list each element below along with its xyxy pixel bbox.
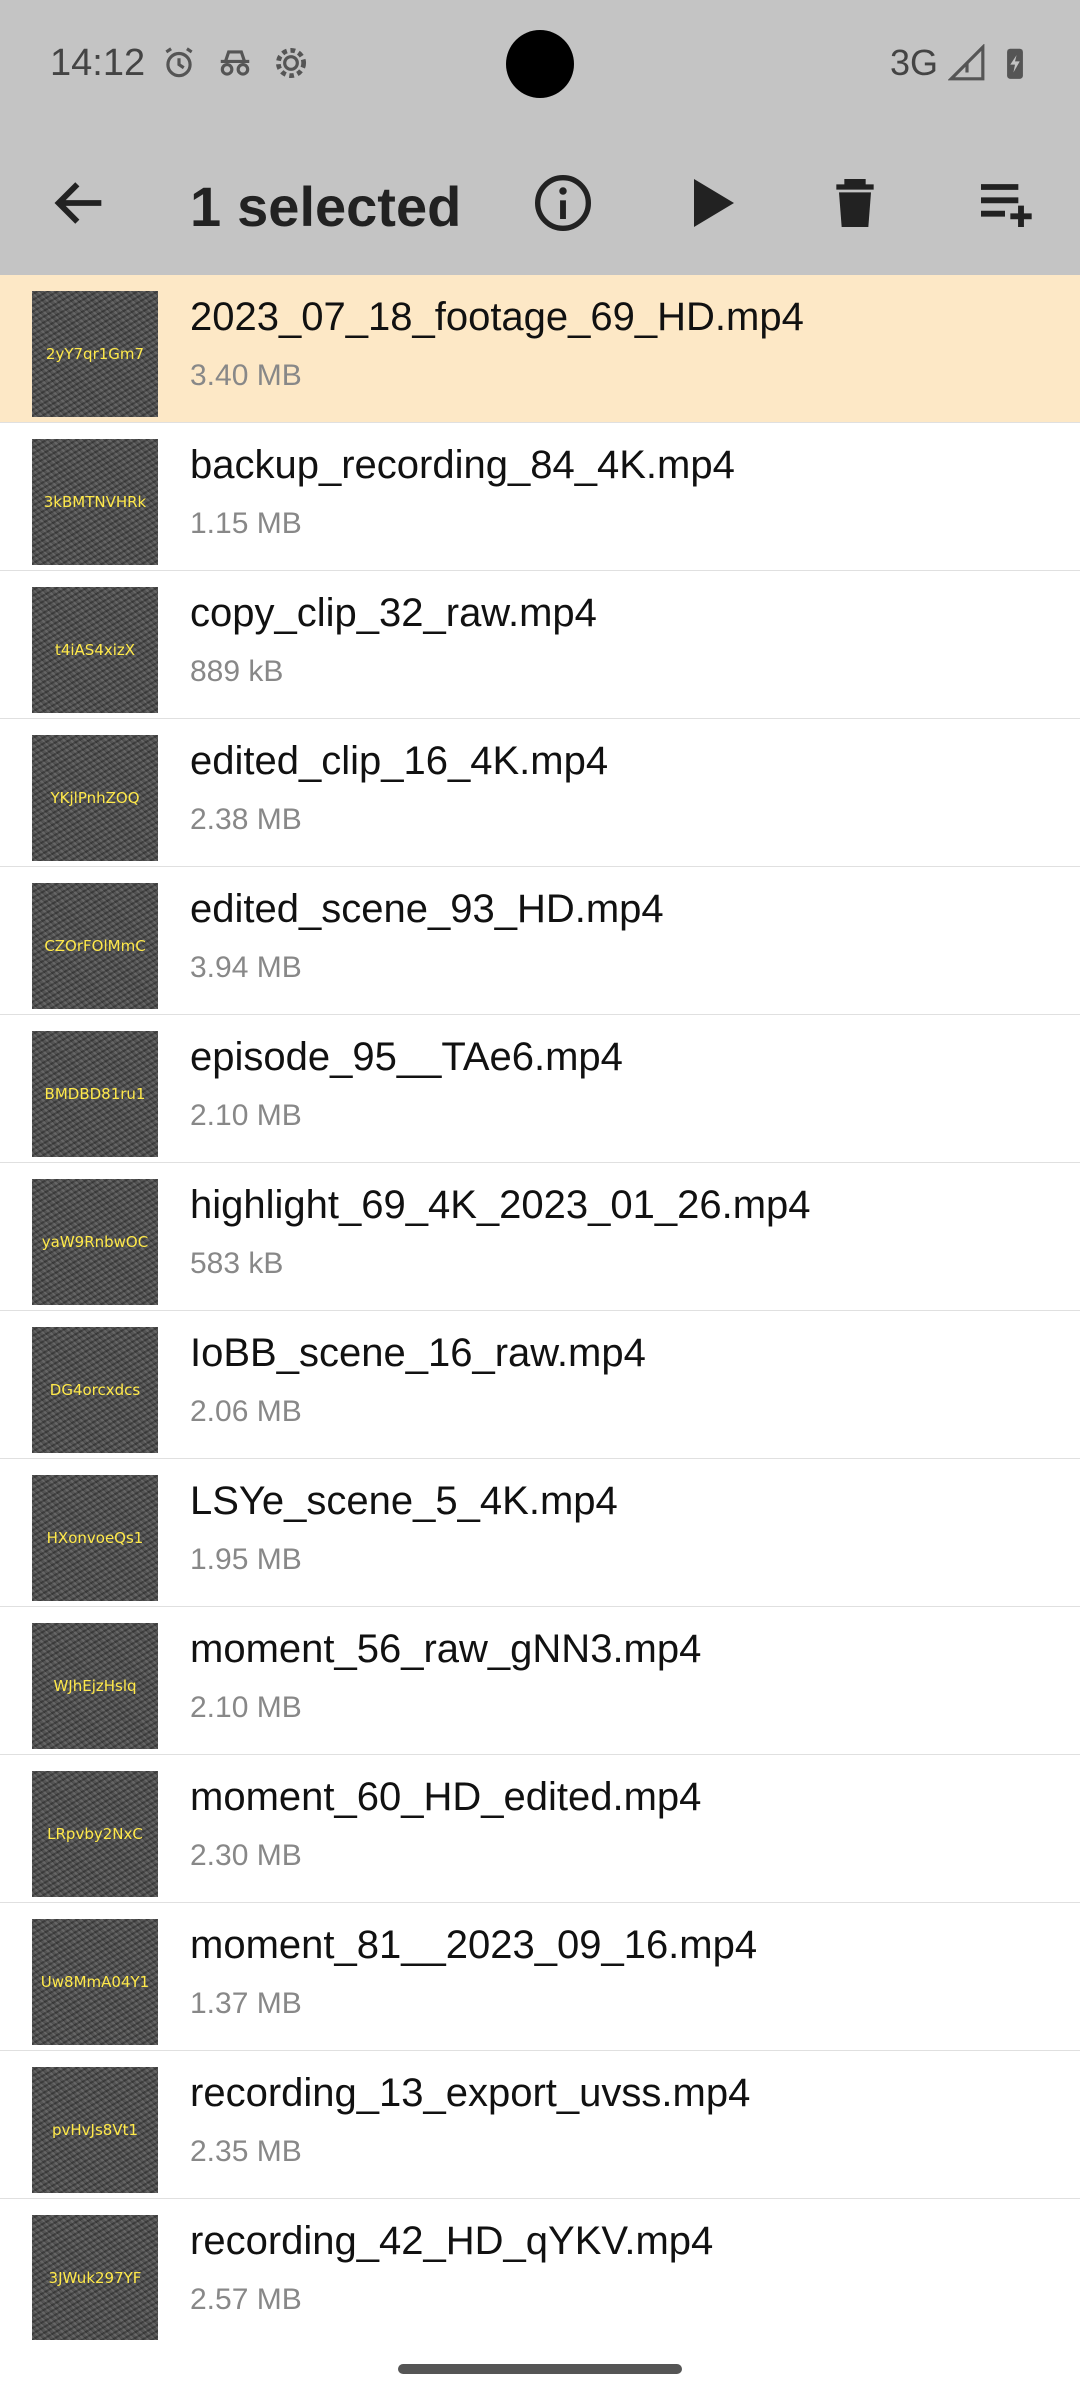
thumbnail-label: t4iAS4xizX: [54, 641, 136, 659]
status-bar: 14:12 3G: [0, 0, 1080, 130]
delete-button[interactable]: [785, 130, 925, 275]
file-row[interactable]: 2yY7qr1Gm7 2023_07_18_footage_69_HD.mp4 3.…: [0, 275, 1080, 423]
selection-count-title: 1 selected: [190, 174, 461, 239]
file-size: 1.95 MB: [190, 1543, 302, 1576]
file-row[interactable]: WJhEjzHslq moment_56_raw_gNN3.mp4 2.10 MB: [0, 1607, 1080, 1755]
video-thumbnail: 3kBMTNVHRk: [32, 439, 158, 565]
video-thumbnail: 2yY7qr1Gm7: [32, 291, 158, 417]
battery-charging-icon: [1007, 48, 1023, 79]
file-name: episode_95__TAe6.mp4: [190, 1035, 623, 1079]
file-row[interactable]: LRpvby2NxC moment_60_HD_edited.mp4 2.30 MB: [0, 1755, 1080, 1903]
network-type: 3G: [889, 42, 938, 83]
file-row[interactable]: YKjlPnhZOQ edited_clip_16_4K.mp4 2.38 MB: [0, 719, 1080, 867]
selection-app-bar: 1 selected: [0, 130, 1080, 275]
file-name: IoBB_scene_16_raw.mp4: [190, 1331, 646, 1375]
navigation-bar: [0, 2340, 1080, 2400]
video-thumbnail: HXonvoeQs1: [32, 1475, 158, 1601]
thumbnail-label: DG4orcxdcs: [49, 1381, 141, 1399]
selected-label: selected: [237, 175, 462, 238]
file-name: 2023_07_18_footage_69_HD.mp4: [190, 295, 804, 339]
video-thumbnail: t4iAS4xizX: [32, 587, 158, 713]
file-size: 3.94 MB: [190, 951, 302, 984]
play-icon: [694, 178, 734, 227]
file-row[interactable]: yaW9RnbwOC highlight_69_4K_2023_01_26.mp4…: [0, 1163, 1080, 1311]
file-row[interactable]: BMDBD81ru1 episode_95__TAe6.mp4 2.10 MB: [0, 1015, 1080, 1163]
video-thumbnail: pvHvJs8Vt1: [32, 2067, 158, 2193]
file-size: 2.10 MB: [190, 1099, 302, 1132]
trash-icon: [836, 178, 874, 227]
file-row[interactable]: DG4orcxdcs IoBB_scene_16_raw.mp4 2.06 MB: [0, 1311, 1080, 1459]
playlist-add-icon: [981, 183, 1032, 227]
file-name: edited_scene_93_HD.mp4: [190, 887, 664, 931]
video-thumbnail: yaW9RnbwOC: [32, 1179, 158, 1305]
video-thumbnail: WJhEjzHslq: [32, 1623, 158, 1749]
settings-gear-icon: [275, 47, 307, 79]
back-arrow-icon: [54, 181, 102, 224]
file-row[interactable]: 3JWuk297YF recording_42_HD_qYKV.mp4 2.57 M…: [0, 2199, 1080, 2347]
file-size: 889 kB: [190, 655, 284, 688]
camera-cutout: [506, 30, 574, 98]
file-row[interactable]: pvHvJs8Vt1 recording_13_export_uvss.mp4 2.…: [0, 2051, 1080, 2199]
video-thumbnail: Uw8MmA04Y1: [32, 1919, 158, 2045]
file-size: 1.15 MB: [190, 507, 302, 540]
file-name: moment_56_raw_gNN3.mp4: [190, 1627, 702, 1671]
selected-count: 1: [190, 175, 222, 238]
video-thumbnail: BMDBD81ru1: [32, 1031, 158, 1157]
thumbnail-label: LRpvby2NxC: [47, 1825, 143, 1843]
thumbnail-label: 3JWuk297YF: [48, 2269, 142, 2287]
thumbnail-label: 3kBMTNVHRk: [43, 493, 147, 511]
thumbnail-label: HXonvoeQs1: [46, 1529, 144, 1547]
file-size: 3.40 MB: [190, 359, 302, 392]
file-row[interactable]: Uw8MmA04Y1 moment_81__2023_09_16.mp4 1.37 …: [0, 1903, 1080, 2051]
file-size: 2.38 MB: [190, 803, 302, 836]
thumbnail-label: WJhEjzHslq: [53, 1677, 137, 1695]
file-name: highlight_69_4K_2023_01_26.mp4: [190, 1183, 811, 1227]
play-button[interactable]: [640, 130, 780, 275]
file-size: 583 kB: [190, 1247, 284, 1280]
video-thumbnail: 3JWuk297YF: [32, 2215, 158, 2341]
video-thumbnail: YKjlPnhZOQ: [32, 735, 158, 861]
thumbnail-label: 2yY7qr1Gm7: [45, 345, 145, 363]
info-icon: [534, 174, 591, 231]
video-thumbnail: CZOrFOlMmC: [32, 883, 158, 1009]
file-name: moment_60_HD_edited.mp4: [190, 1775, 702, 1819]
file-row[interactable]: t4iAS4xizX copy_clip_32_raw.mp4 889 kB: [0, 571, 1080, 719]
info-button[interactable]: [500, 130, 625, 275]
signal-icon: [948, 44, 985, 81]
file-size: 2.10 MB: [190, 1691, 302, 1724]
thumbnail-label: CZOrFOlMmC: [44, 937, 146, 955]
video-thumbnail: LRpvby2NxC: [32, 1771, 158, 1897]
back-button[interactable]: [20, 130, 140, 275]
file-name: recording_13_export_uvss.mp4: [190, 2071, 751, 2115]
video-file-list: 2yY7qr1Gm7 2023_07_18_footage_69_HD.mp4 3.…: [0, 275, 1080, 2347]
thumbnail-label: yaW9RnbwOC: [41, 1233, 149, 1251]
file-name: LSYe_scene_5_4K.mp4: [190, 1479, 618, 1523]
file-name: recording_42_HD_qYKV.mp4: [190, 2219, 714, 2263]
file-size: 2.57 MB: [190, 2283, 302, 2316]
thumbnail-label: Uw8MmA04Y1: [40, 1973, 150, 1991]
file-name: moment_81__2023_09_16.mp4: [190, 1923, 758, 1967]
home-gesture-handle[interactable]: [398, 2364, 682, 2374]
file-row[interactable]: HXonvoeQs1 LSYe_scene_5_4K.mp4 1.95 MB: [0, 1459, 1080, 1607]
thumbnail-label: pvHvJs8Vt1: [51, 2121, 139, 2139]
status-time: 14:12: [50, 42, 146, 84]
add-to-queue-button[interactable]: [935, 130, 1075, 275]
file-size: 2.35 MB: [190, 2135, 302, 2168]
file-row[interactable]: 3kBMTNVHRk backup_recording_84_4K.mp4 1.15…: [0, 423, 1080, 571]
file-size: 2.30 MB: [190, 1839, 302, 1872]
file-name: edited_clip_16_4K.mp4: [190, 739, 609, 783]
file-name: backup_recording_84_4K.mp4: [190, 443, 735, 487]
thumbnail-label: YKjlPnhZOQ: [50, 789, 140, 807]
file-row[interactable]: CZOrFOlMmC edited_scene_93_HD.mp4 3.94 MB: [0, 867, 1080, 1015]
incognito-icon: [220, 50, 250, 76]
thumbnail-label: BMDBD81ru1: [44, 1085, 146, 1103]
file-size: 2.06 MB: [190, 1395, 302, 1428]
video-thumbnail: DG4orcxdcs: [32, 1327, 158, 1453]
file-name: copy_clip_32_raw.mp4: [190, 591, 597, 635]
status-icons: [160, 44, 310, 82]
file-size: 1.37 MB: [190, 1987, 302, 2020]
status-right: 3G: [890, 42, 1034, 84]
alarm-icon: [165, 47, 193, 78]
